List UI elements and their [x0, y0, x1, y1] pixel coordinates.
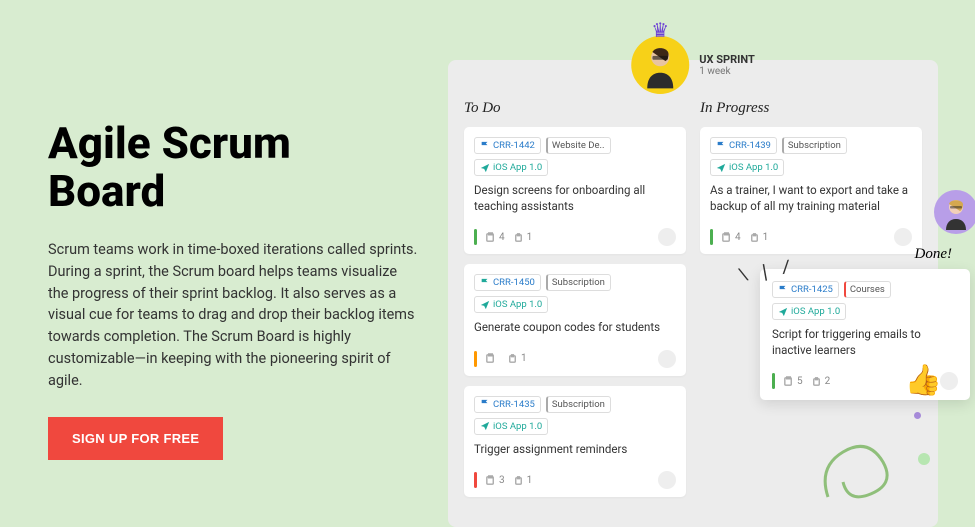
column-todo: To Do CRR-1442 Website De.. iOS App 1.0 … — [464, 100, 686, 507]
assignee-placeholder[interactable] — [658, 350, 676, 368]
page-title: Agile Scrum Board — [48, 120, 418, 215]
card-description: Trigger assignment reminders — [474, 442, 676, 458]
count-2: 2 — [811, 376, 831, 387]
sprint-owner-avatar — [631, 36, 689, 94]
card-description: Generate coupon codes for students — [474, 320, 676, 336]
assignee-placeholder[interactable] — [658, 471, 676, 489]
column-title-todo: To Do — [464, 100, 686, 117]
decorative-swirl — [808, 427, 898, 517]
card-app-tag: iOS App 1.0 — [474, 418, 548, 435]
card-app-tag: iOS App 1.0 — [474, 296, 548, 313]
count-2: 1 — [749, 232, 769, 243]
card-description: As a trainer, I want to export and take … — [710, 183, 912, 214]
card-app-tag: iOS App 1.0 — [710, 159, 784, 176]
signup-button[interactable]: SIGN UP FOR FREE — [48, 417, 223, 460]
card[interactable]: CRR-1435 Subscription iOS App 1.0 Trigge… — [464, 386, 686, 498]
card-category-tag: Subscription — [546, 396, 611, 413]
column-title-progress: In Progress — [700, 100, 922, 117]
card-id-tag: CRR-1435 — [474, 396, 541, 413]
card[interactable]: CRR-1450 Subscription iOS App 1.0 Genera… — [464, 264, 686, 376]
card[interactable]: \ | / CRR-1425 Courses iOS App 1.0 Scrip… — [760, 269, 970, 400]
card[interactable]: CRR-1439 Subscription iOS App 1.0 As a t… — [700, 127, 922, 254]
sprint-name: UX SPRINT — [699, 53, 755, 66]
card-category-tag: Subscription — [546, 274, 611, 291]
count-1: 4 — [485, 232, 505, 243]
count-2: 1 — [507, 353, 527, 364]
sprint-header: ♛ UX SPRINT 1 week — [631, 36, 755, 94]
assignee-placeholder[interactable] — [658, 228, 676, 246]
thumbs-up-icon: 👍 — [905, 363, 942, 398]
count-1: 3 — [485, 475, 505, 486]
crown-icon: ♛ — [651, 18, 669, 42]
priority-bar — [772, 373, 775, 389]
sprint-duration: 1 week — [699, 66, 755, 77]
card-description: Script for triggering emails to inactive… — [772, 327, 958, 358]
card-id-tag: CRR-1442 — [474, 137, 541, 154]
card-id-tag: CRR-1450 — [474, 274, 541, 291]
decorative-dot — [918, 453, 930, 465]
priority-bar — [474, 472, 477, 488]
page-description: Scrum teams work in time-boxed iteration… — [48, 239, 418, 391]
priority-bar — [474, 351, 477, 367]
team-member-avatar — [934, 190, 975, 234]
count-1 — [485, 353, 499, 364]
assignee-placeholder[interactable] — [940, 372, 958, 390]
column-title-done: Done! — [760, 246, 970, 263]
card-description: Design screens for onboarding all teachi… — [474, 183, 676, 214]
scrum-board: ♛ UX SPRINT 1 week To Do CRR-1442 — [448, 60, 938, 527]
card[interactable]: CRR-1442 Website De.. iOS App 1.0 Design… — [464, 127, 686, 254]
column-done: Done! \ | / CRR-1425 Courses iOS App 1.0… — [760, 246, 970, 410]
priority-bar — [474, 229, 477, 245]
card-category-tag: Courses — [844, 281, 891, 298]
assignee-placeholder[interactable] — [894, 228, 912, 246]
priority-bar — [710, 229, 713, 245]
card-app-tag: iOS App 1.0 — [772, 303, 846, 320]
card-id-tag: CRR-1425 — [772, 281, 839, 298]
card-category-tag: Subscription — [782, 137, 847, 154]
count-1: 4 — [721, 232, 741, 243]
count-2: 1 — [513, 475, 533, 486]
count-1: 5 — [783, 376, 803, 387]
card-app-tag: iOS App 1.0 — [474, 159, 548, 176]
card-category-tag: Website De.. — [546, 137, 611, 154]
card-id-tag: CRR-1439 — [710, 137, 777, 154]
decorative-dot — [914, 412, 921, 419]
count-2: 1 — [513, 232, 533, 243]
